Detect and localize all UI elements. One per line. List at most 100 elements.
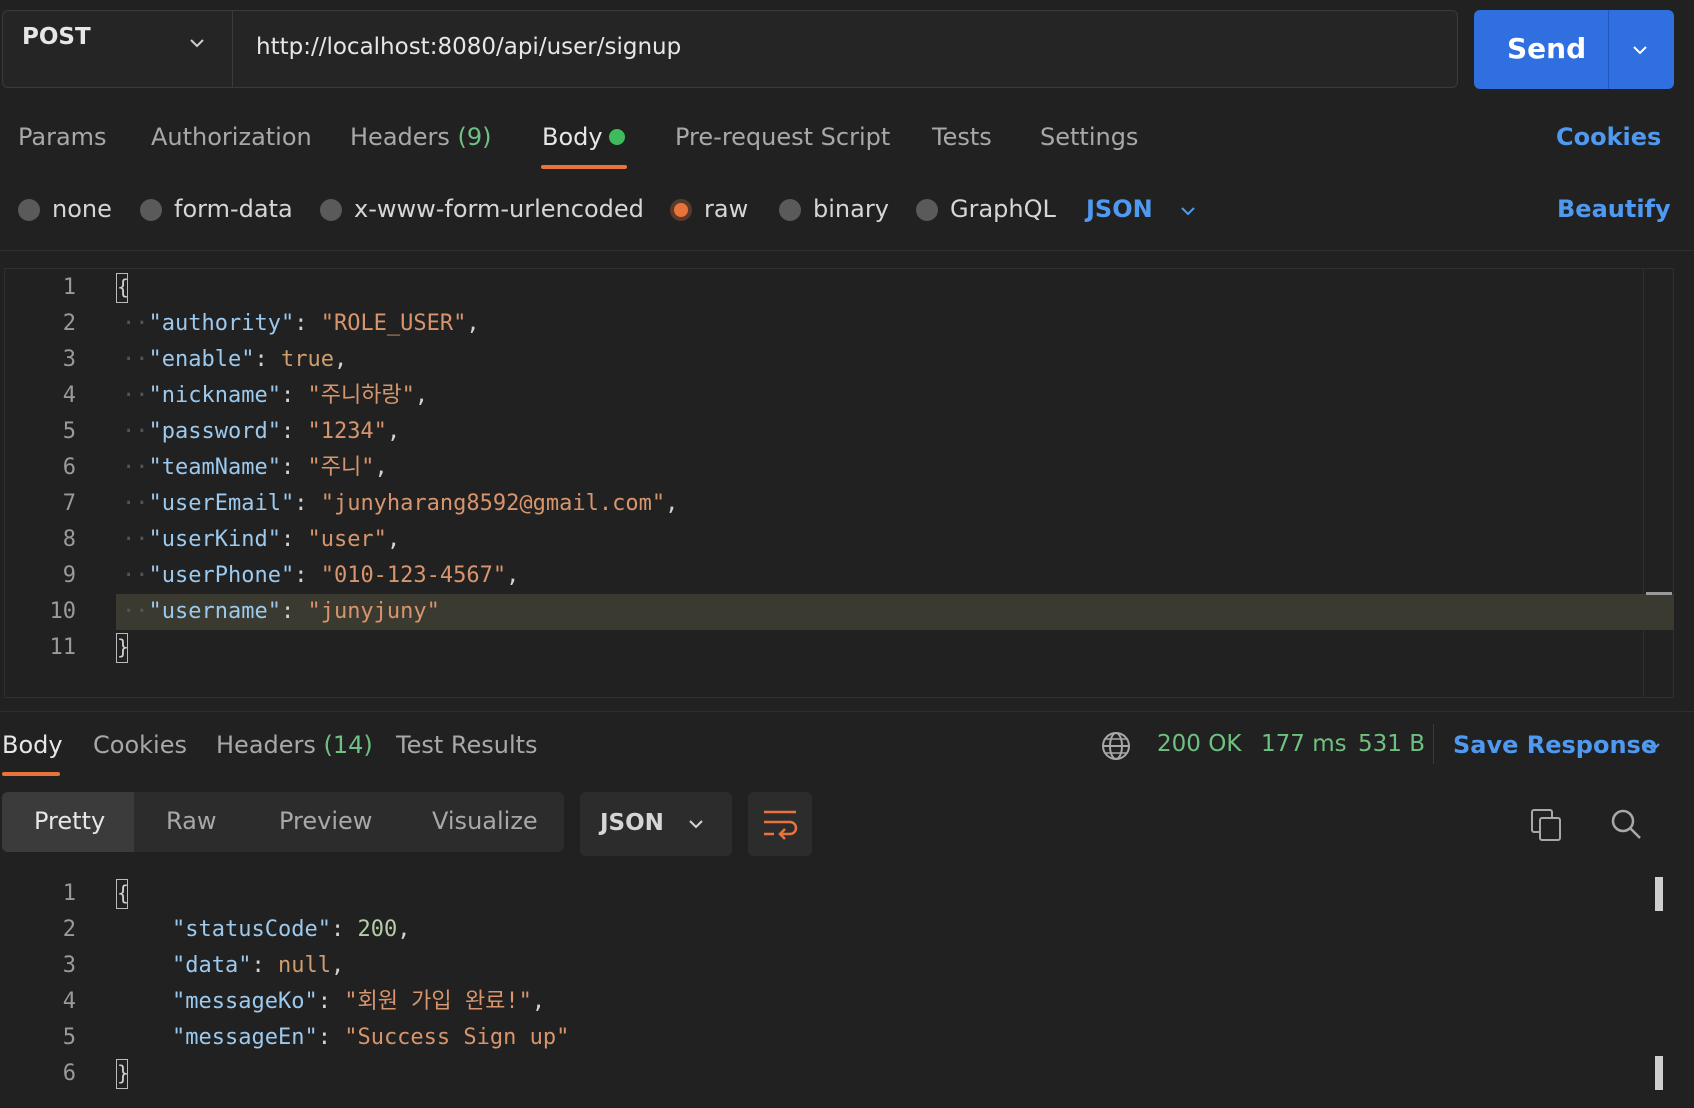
url-text[interactable]: http://localhost:8080/api/user/signup — [256, 34, 681, 60]
scrollbar-thumb[interactable] — [1655, 1056, 1663, 1090]
radio-raw[interactable] — [670, 199, 692, 221]
chevron-down-icon[interactable] — [1180, 203, 1196, 219]
view-pretty[interactable]: Pretty — [34, 807, 105, 835]
code-line[interactable]: ··"teamName": "주니", — [122, 450, 388, 486]
json-colon: : — [251, 953, 278, 978]
response-status[interactable]: 200 OK — [1157, 731, 1241, 757]
line-number: 3 — [62, 347, 76, 372]
chevron-down-icon[interactable] — [1645, 739, 1661, 755]
json-separator: , — [330, 953, 345, 978]
code-line[interactable]: "data": null, — [172, 948, 344, 984]
radio-binary-label[interactable]: binary — [813, 195, 889, 223]
code-line[interactable]: ··"userKind": "user", — [122, 522, 400, 558]
search-icon[interactable] — [1610, 808, 1642, 840]
tab-tests[interactable]: Tests — [932, 123, 992, 151]
radio-none-label[interactable]: none — [52, 195, 112, 223]
language-select[interactable]: JSON — [1086, 195, 1153, 223]
json-key: "nickname" — [148, 383, 281, 408]
line-number: 2 — [62, 311, 76, 336]
radio-urlencoded[interactable] — [320, 199, 342, 221]
json-colon: : — [280, 383, 308, 408]
wrap-lines-icon[interactable] — [761, 806, 799, 842]
json-separator: , — [333, 347, 348, 372]
tab-settings[interactable]: Settings — [1040, 123, 1138, 151]
method-label: POST — [22, 24, 91, 50]
radio-none[interactable] — [18, 199, 40, 221]
view-raw[interactable]: Raw — [166, 807, 216, 835]
code-line[interactable]: ··"nickname": "주니하랑", — [122, 378, 428, 414]
code-line[interactable]: "messageKo": "회원 가입 완료!", — [172, 984, 545, 1020]
tab-prerequest-script[interactable]: Pre-request Script — [675, 123, 890, 151]
indent-guide: ·· — [122, 527, 149, 552]
response-tab-headers-label: Headers — [216, 731, 316, 759]
beautify-button[interactable]: Beautify — [1557, 195, 1671, 223]
body-modified-dot — [609, 129, 625, 145]
close-brace: } — [116, 1059, 129, 1089]
line-number: 3 — [62, 953, 76, 978]
code-line[interactable]: "statusCode": 200, — [172, 912, 410, 948]
radio-binary[interactable] — [779, 199, 801, 221]
view-visualize[interactable]: Visualize — [432, 807, 538, 835]
line-number: 9 — [62, 563, 76, 588]
indent-guide: ·· — [122, 347, 149, 372]
code-line[interactable]: ··"password": "1234", — [122, 414, 400, 450]
divider — [0, 250, 1694, 251]
scrollbar-thumb[interactable] — [1655, 877, 1663, 911]
radio-form-data-label[interactable]: form-data — [174, 195, 293, 223]
response-time[interactable]: 177 ms — [1261, 731, 1347, 757]
json-separator: , — [531, 989, 546, 1014]
indent-guide: ·· — [122, 455, 149, 480]
cookies-link[interactable]: Cookies — [1556, 123, 1661, 151]
code-line[interactable]: ··"authority": "ROLE_USER", — [122, 306, 480, 342]
json-value: true — [280, 347, 334, 372]
view-preview[interactable]: Preview — [279, 807, 372, 835]
tab-authorization[interactable]: Authorization — [151, 123, 312, 151]
code-line[interactable]: "messageEn": "Success Sign up" — [172, 1020, 569, 1056]
json-colon: : — [317, 989, 345, 1014]
radio-urlencoded-label[interactable]: x-www-form-urlencoded — [354, 195, 644, 223]
open-brace: { — [116, 273, 129, 303]
tab-headers[interactable]: Headers (9) — [350, 123, 492, 151]
line-number: 7 — [62, 491, 76, 516]
send-label[interactable]: Send — [1507, 32, 1586, 65]
close-brace: } — [116, 633, 129, 663]
response-tab-headers[interactable]: Headers (14) — [216, 731, 373, 759]
editor-minimap-divider — [1643, 268, 1644, 698]
chevron-down-icon[interactable] — [190, 36, 204, 50]
json-value: "1234" — [307, 419, 387, 444]
radio-graphql[interactable] — [916, 199, 938, 221]
json-colon: : — [254, 347, 281, 372]
radio-graphql-label[interactable]: GraphQL — [950, 195, 1056, 223]
json-colon: : — [280, 455, 308, 480]
code-line[interactable]: ··"userEmail": "junyharang8592@gmail.com… — [122, 486, 678, 522]
json-key: "teamName" — [148, 455, 281, 480]
response-tab-test-results[interactable]: Test Results — [396, 731, 538, 759]
json-value: "junyharang8592@gmail.com" — [320, 491, 666, 516]
json-separator: , — [386, 527, 401, 552]
globe-icon[interactable] — [1101, 731, 1131, 761]
json-value: "user" — [307, 527, 387, 552]
json-value: "junyjuny" — [307, 599, 440, 624]
json-value: 200 — [357, 917, 398, 942]
save-response-button[interactable]: Save Response — [1453, 731, 1657, 759]
code-line[interactable]: ··"enable": true, — [122, 342, 347, 378]
indent-guide: ·· — [122, 383, 149, 408]
tab-active-indicator — [541, 165, 627, 169]
chevron-down-icon[interactable] — [688, 816, 704, 832]
copy-icon[interactable] — [1530, 808, 1562, 842]
response-tab-body[interactable]: Body — [2, 731, 63, 759]
response-format-label[interactable]: JSON — [600, 810, 664, 836]
json-colon: : — [280, 527, 308, 552]
json-key: "enable" — [148, 347, 255, 372]
send-options-chevron-icon[interactable] — [1632, 42, 1648, 58]
radio-form-data[interactable] — [140, 199, 162, 221]
code-line[interactable]: ··"userPhone": "010-123-4567", — [122, 558, 519, 594]
tab-body[interactable]: Body — [542, 123, 603, 151]
tab-params[interactable]: Params — [18, 123, 107, 151]
json-separator: , — [506, 563, 520, 588]
response-tab-cookies[interactable]: Cookies — [93, 731, 187, 759]
response-size[interactable]: 531 B — [1358, 731, 1425, 757]
json-key: "authority" — [148, 311, 295, 336]
radio-raw-label[interactable]: raw — [704, 195, 748, 223]
code-line[interactable]: ··"username": "junyjuny" — [122, 594, 440, 630]
